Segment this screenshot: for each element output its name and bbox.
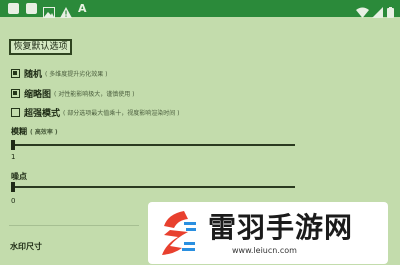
blur-slider[interactable] [11,140,295,150]
blur-value: 1 [11,153,16,161]
reset-defaults-button[interactable]: 恢复默认选项 [9,39,72,55]
image-icon [43,3,55,18]
thumbnail-checkbox[interactable] [11,88,20,98]
super-mode-hint: ( 部分选项最大值乘十，视度影响渲染时间 ) [63,109,180,117]
blur-label-text: 模糊 [11,127,27,136]
watermark-site-url: www.leiucn.com [232,246,297,255]
warning-icon [60,3,72,18]
watermark-size-label: 水印尺寸 [10,242,42,251]
battery-icon [387,3,394,18]
app-icon-2 [26,3,37,14]
wifi-icon [356,3,369,18]
random-checkbox[interactable] [11,68,20,78]
super-mode-label: 超强模式 [24,108,61,119]
noise-label: 噪点 [11,171,27,182]
noise-value: 0 [11,197,16,205]
option-random[interactable]: 随机 ( 多维度提升劣化效果 ) [11,67,108,80]
random-label: 随机 [24,69,43,80]
random-hint: ( 多维度提升劣化效果 ) [45,70,108,78]
noise-slider-thumb[interactable] [11,182,15,192]
signal-icon [372,3,383,18]
status-bar: A [0,0,400,18]
app-icon-1 [8,3,19,14]
leiyu-logo-icon [162,211,196,255]
thumbnail-label: 缩略图 [24,89,52,100]
section-divider [9,225,139,226]
option-super-mode[interactable]: 超强模式 ( 部分选项最大值乘十，视度影响渲染时间 ) [11,106,180,119]
blur-slider-track [11,144,295,146]
thumbnail-hint: ( 对性能影响极大，谨慎使用 ) [54,90,135,98]
noise-label-text: 噪点 [11,172,27,181]
super-mode-checkbox[interactable] [11,107,20,117]
noise-slider-track [11,186,295,188]
blur-hint: ( 高效率 ) [30,129,58,136]
noise-slider[interactable] [11,182,295,192]
blur-label: 模糊 ( 高效率 ) [11,126,58,137]
site-watermark: 雷羽手游网 www.leiucn.com [148,202,388,264]
option-thumbnail[interactable]: 缩略图 ( 对性能影响极大，谨慎使用 ) [11,87,135,100]
blur-slider-thumb[interactable] [11,140,15,150]
watermark-site-name: 雷羽手游网 [208,211,354,244]
text-a-icon: A [78,2,87,15]
